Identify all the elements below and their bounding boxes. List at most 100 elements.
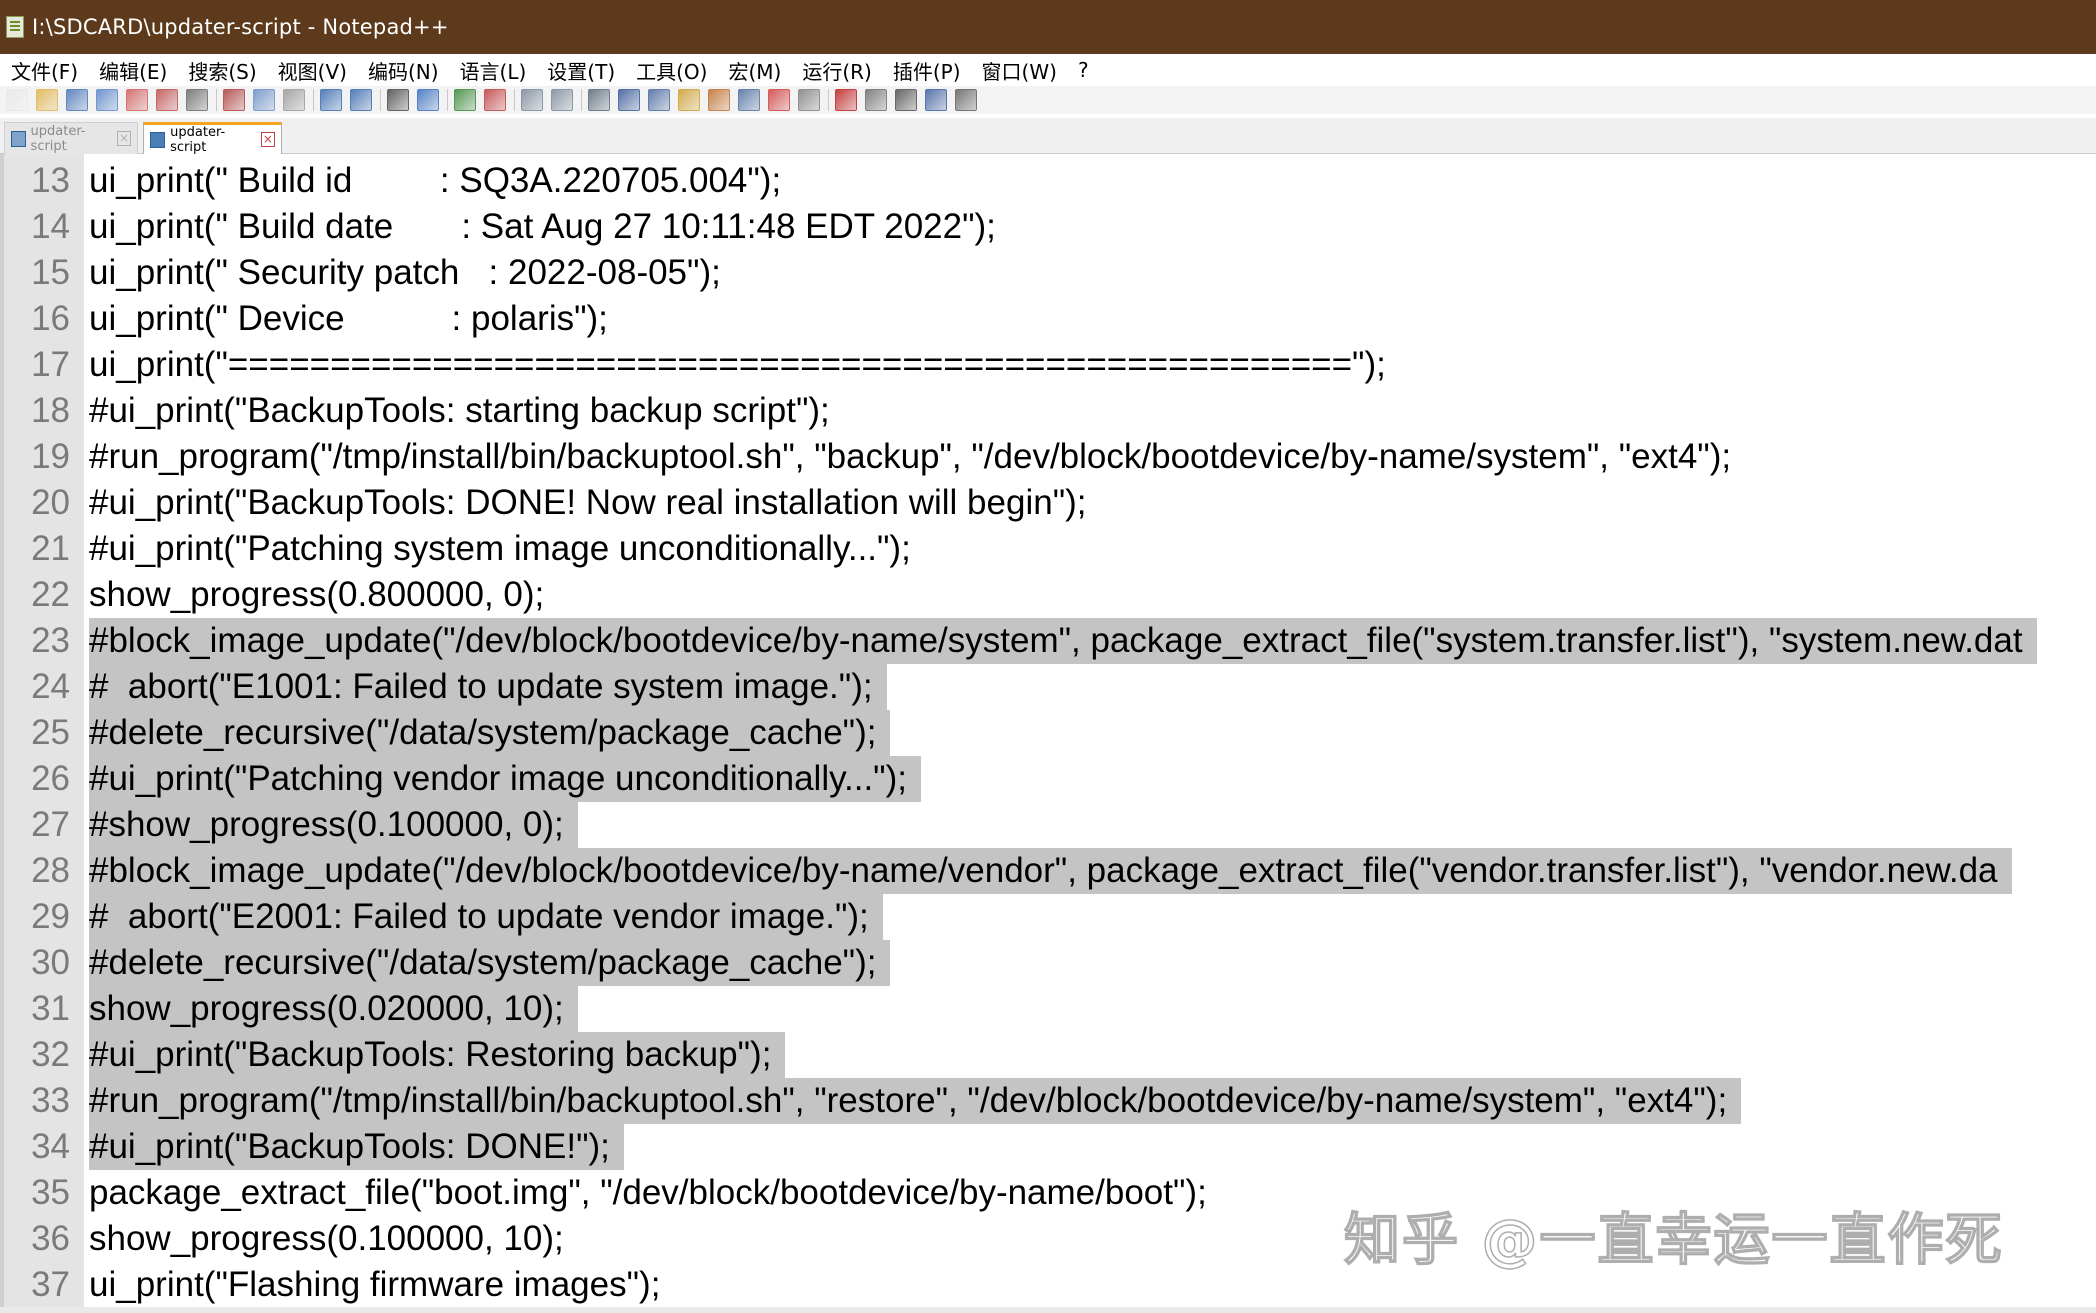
code-text[interactable]: show_progress(0.100000, 10); (89, 1216, 564, 1262)
code-line[interactable]: 14 ui_print(" Build date : Sat Aug 27 10:… (0, 204, 2096, 250)
function-list-icon[interactable] (738, 89, 760, 111)
stop-macro-icon[interactable] (865, 89, 887, 111)
code-text[interactable]: #run_program("/tmp/install/bin/backuptoo… (89, 434, 1731, 480)
code-text[interactable]: #ui_print("BackupTools: starting backup … (89, 388, 830, 434)
menu-item[interactable]: 编码(N) (357, 56, 439, 85)
replace-icon[interactable] (417, 89, 439, 111)
code-text[interactable]: show_progress(0.800000, 0); (89, 572, 544, 618)
code-line[interactable]: 32 #ui_print("BackupTools: Restoring back… (0, 1032, 2096, 1078)
menu-item[interactable]: 文件(F) (0, 56, 78, 85)
run-macro-multiple-icon[interactable] (925, 89, 947, 111)
tab-label: updater-script (170, 124, 226, 155)
code-line[interactable]: 24 # abort("E1001: Failed to update syste… (0, 664, 2096, 710)
tab-updater-script-1[interactable]: updater-script × (4, 122, 138, 154)
menu-item[interactable]: 插件(P) (882, 56, 961, 85)
code-line[interactable]: 23 #block_image_update("/dev/block/bootde… (0, 618, 2096, 664)
folder-workspace-icon[interactable] (768, 89, 790, 111)
word-wrap-icon[interactable] (588, 89, 610, 111)
code-line[interactable]: 13 ui_print(" Build id : SQ3A.220705.004"… (0, 158, 2096, 204)
menu-item[interactable]: 工具(O) (625, 56, 707, 85)
code-line[interactable]: 29 # abort("E2001: Failed to update vendo… (0, 894, 2096, 940)
close-all-icon[interactable] (156, 89, 178, 111)
menu-item[interactable]: 窗口(W) (971, 56, 1057, 85)
code-line[interactable]: 15 ui_print(" Security patch : 2022-08-05… (0, 250, 2096, 296)
menu-item[interactable]: 编辑(E) (88, 56, 167, 85)
save-macro-icon[interactable] (955, 89, 977, 111)
indent-guide-icon[interactable] (648, 89, 670, 111)
line-number: 21 (31, 529, 70, 568)
code-text[interactable]: package_extract_file("boot.img", "/dev/b… (89, 1170, 1207, 1216)
code-text[interactable]: ui_print("==============================… (89, 342, 1386, 388)
selected-code-text[interactable]: show_progress(0.020000, 10); (89, 986, 578, 1032)
open-file-icon[interactable] (36, 89, 58, 111)
code-text[interactable]: ui_print("Flashing firmware images"); (89, 1262, 660, 1308)
selected-code-text[interactable]: # abort("E1001: Failed to update system … (89, 664, 887, 710)
save-icon[interactable] (66, 89, 88, 111)
selected-code-text[interactable]: #ui_print("BackupTools: Restoring backup… (89, 1032, 786, 1078)
close-icon[interactable]: × (260, 132, 275, 147)
undo-icon[interactable] (320, 89, 342, 111)
selected-code-text[interactable]: #run_program("/tmp/install/bin/backuptoo… (89, 1078, 1742, 1124)
monitoring-icon[interactable] (798, 89, 820, 111)
menu-item[interactable]: ? (1067, 58, 1089, 82)
menu-item[interactable]: 设置(T) (536, 56, 615, 85)
menu-item[interactable]: 搜索(S) (177, 56, 256, 85)
code-line[interactable]: 31 show_progress(0.020000, 10); (0, 986, 2096, 1032)
notepad-app-icon (6, 16, 24, 38)
code-line[interactable]: 17 ui_print("============================… (0, 342, 2096, 388)
menu-item[interactable]: 宏(M) (717, 56, 781, 85)
code-line[interactable]: 25 #delete_recursive("/data/system/packag… (0, 710, 2096, 756)
user-lang-icon[interactable] (678, 89, 700, 111)
selected-code-text[interactable]: #ui_print("BackupTools: DONE!"); (89, 1124, 624, 1170)
print-icon[interactable] (186, 89, 208, 111)
redo-icon[interactable] (350, 89, 372, 111)
code-text[interactable]: ui_print(" Build date : Sat Aug 27 10:11… (89, 204, 996, 250)
menu-item[interactable]: 语言(L) (449, 56, 527, 85)
tab-updater-script-2[interactable]: updater-script × (143, 122, 282, 155)
selected-code-text[interactable]: #delete_recursive("/data/system/package_… (89, 710, 891, 756)
editor[interactable]: 13 ui_print(" Build id : SQ3A.220705.004"… (0, 154, 2096, 1313)
code-line[interactable]: 21 #ui_print("Patching system image uncon… (0, 526, 2096, 572)
sync-vertical-icon[interactable] (521, 89, 543, 111)
find-icon[interactable] (387, 89, 409, 111)
menu-item[interactable]: 视图(V) (267, 56, 347, 85)
code-line[interactable]: 34 #ui_print("BackupTools: DONE!"); (0, 1124, 2096, 1170)
watermark: 知乎 @一直幸运一直作死 (1343, 1207, 2004, 1274)
code-text[interactable]: ui_print(" Security patch : 2022-08-05")… (89, 250, 721, 296)
close-icon[interactable]: × (117, 131, 131, 146)
code-line[interactable]: 27 #show_progress(0.100000, 0); (0, 802, 2096, 848)
code-line[interactable]: 20 #ui_print("BackupTools: DONE! Now real… (0, 480, 2096, 526)
cut-icon[interactable] (223, 89, 245, 111)
code-line[interactable]: 22 show_progress(0.800000, 0); (0, 572, 2096, 618)
code-text[interactable]: ui_print(" Build id : SQ3A.220705.004"); (89, 158, 781, 204)
code-line[interactable]: 18 #ui_print("BackupTools: starting backu… (0, 388, 2096, 434)
selected-code-text[interactable]: #block_image_update("/dev/block/bootdevi… (89, 618, 2037, 664)
code-line[interactable]: 28 #block_image_update("/dev/block/bootde… (0, 848, 2096, 894)
record-macro-icon[interactable] (835, 89, 857, 111)
selected-code-text[interactable]: #delete_recursive("/data/system/package_… (89, 940, 891, 986)
selected-code-text[interactable]: # abort("E2001: Failed to update vendor … (89, 894, 883, 940)
zoom-in-icon[interactable] (454, 89, 476, 111)
code-line[interactable]: 33 #run_program("/tmp/install/bin/backupt… (0, 1078, 2096, 1124)
copy-icon[interactable] (253, 89, 275, 111)
save-all-icon[interactable] (96, 89, 118, 111)
code-text[interactable]: #ui_print("BackupTools: DONE! Now real i… (89, 480, 1087, 526)
code-text[interactable]: #ui_print("Patching system image uncondi… (89, 526, 911, 572)
doc-map-icon[interactable] (708, 89, 730, 111)
code-line[interactable]: 19 #run_program("/tmp/install/bin/backupt… (0, 434, 2096, 480)
selected-code-text[interactable]: #show_progress(0.100000, 0); (89, 802, 578, 848)
show-all-chars-icon[interactable] (618, 89, 640, 111)
paste-icon[interactable] (283, 89, 305, 111)
code-line[interactable]: 16 ui_print(" Device : polaris"); (0, 296, 2096, 342)
code-text[interactable]: ui_print(" Device : polaris"); (89, 296, 608, 342)
new-file-icon[interactable] (6, 89, 28, 111)
code-line[interactable]: 30 #delete_recursive("/data/system/packag… (0, 940, 2096, 986)
menu-item[interactable]: 运行(R) (791, 56, 872, 85)
play-macro-icon[interactable] (895, 89, 917, 111)
zoom-out-icon[interactable] (484, 89, 506, 111)
close-icon[interactable] (126, 89, 148, 111)
code-line[interactable]: 26 #ui_print("Patching vendor image uncon… (0, 756, 2096, 802)
selected-code-text[interactable]: #block_image_update("/dev/block/bootdevi… (89, 848, 2012, 894)
selected-code-text[interactable]: #ui_print("Patching vendor image uncondi… (89, 756, 921, 802)
sync-horizontal-icon[interactable] (551, 89, 573, 111)
